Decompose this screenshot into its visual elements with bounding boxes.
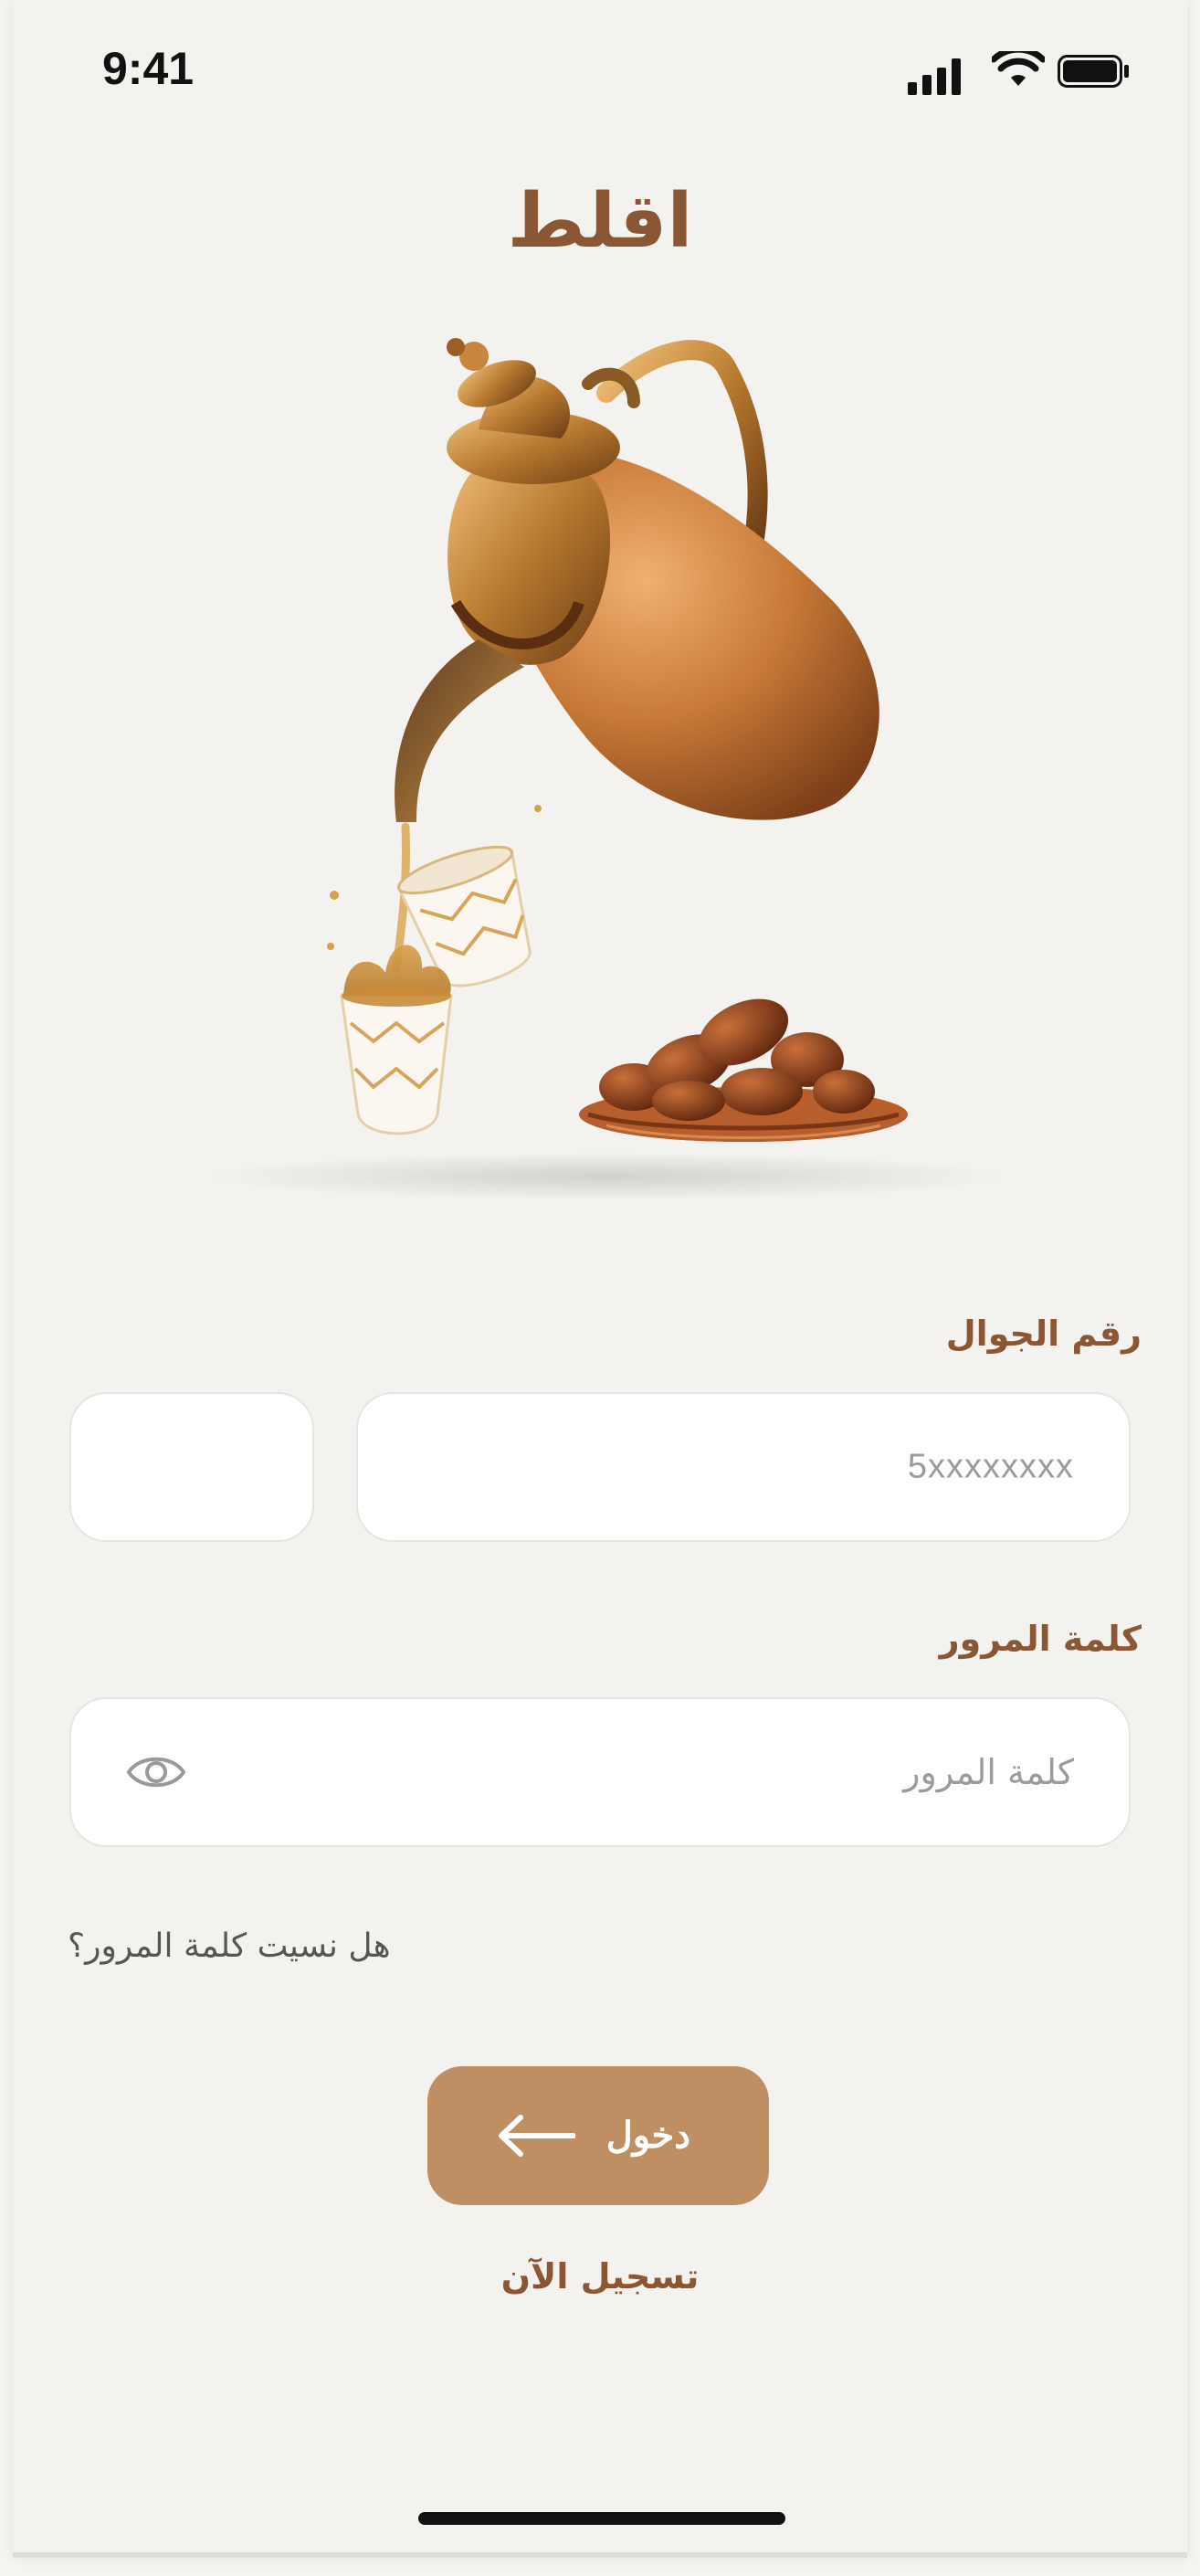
login-button[interactable]: دخول [427,2066,769,2205]
forgot-password-link[interactable]: هل نسيت كلمة المرور؟ [68,1927,391,1965]
app-screen: 9:41 اقلط رقم الجوال 5xxxxxxxx كلمة المر… [13,0,1187,2558]
home-indicator [418,2512,785,2525]
battery-icon [1058,55,1129,88]
password-placeholder: كلمة المرور [903,1752,1074,1792]
status-icons [908,49,1129,95]
wifi-icon [992,51,1045,86]
app-title: اقلط [507,178,693,265]
password-label: كلمة المرور [939,1619,1142,1659]
login-button-label: دخول [605,2116,690,2156]
phone-label: رقم الجوال [945,1314,1142,1354]
country-code-select[interactable] [69,1392,314,1542]
coffee-pot-illustration [205,338,1008,1200]
phone-input[interactable]: 5xxxxxxxx [356,1392,1131,1542]
arrow-left-icon [499,2115,575,2157]
eye-icon[interactable] [126,1749,186,1795]
register-link[interactable]: تسجيل الآن [13,2256,1187,2296]
phone-placeholder: 5xxxxxxxx [907,1447,1074,1486]
status-time: 9:41 [102,43,195,94]
password-input[interactable]: كلمة المرور [69,1697,1131,1847]
